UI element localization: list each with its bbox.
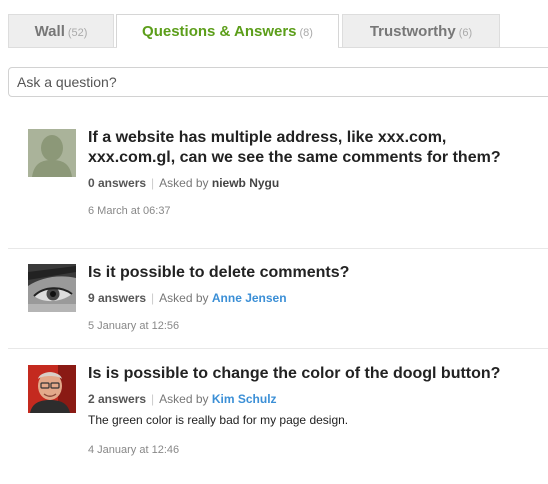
tab-wall-count: (52) [67, 27, 88, 39]
ask-question-field[interactable] [8, 67, 548, 97]
question-description: The green color is really bad for my pag… [88, 413, 349, 427]
question-item: Is is possible to change the color of th… [8, 349, 548, 484]
tab-trustworthy-count: (6) [458, 27, 473, 39]
asked-by-label: Asked by [159, 291, 209, 305]
meta-separator: | [151, 291, 155, 305]
question-date: 5 January at 12:56 [88, 320, 180, 332]
question-title[interactable]: Is it possible to delete comments? [88, 263, 528, 283]
ask-question-input[interactable] [9, 68, 548, 96]
question-date: 6 March at 06:37 [88, 205, 171, 217]
default-user-avatar-icon [28, 129, 76, 177]
question-body: Is it possible to delete comments? 9 ans… [88, 263, 528, 332]
question-date: 4 January at 12:46 [88, 444, 180, 456]
question-title[interactable]: Is is possible to change the color of th… [88, 364, 528, 384]
avatar[interactable] [28, 365, 76, 413]
answer-count[interactable]: 2 answers [88, 392, 146, 406]
portrait-avatar-icon [28, 365, 76, 413]
tab-questions-answers-count: (8) [299, 27, 313, 39]
author-name: niewb Nygu [211, 176, 280, 190]
question-body: If a website has multiple address, like … [88, 128, 528, 217]
question-body: Is is possible to change the color of th… [88, 364, 528, 456]
question-meta: 2 answers | Asked by Kim Schulz [88, 391, 528, 407]
tab-questions-answers[interactable]: Questions & Answers (8) [116, 14, 339, 48]
tab-wall[interactable]: Wall (52) [8, 14, 114, 47]
tab-trustworthy-label: Trustworthy [369, 23, 456, 40]
active-tab-gap [117, 47, 338, 48]
meta-separator: | [151, 392, 155, 406]
tab-wall-label: Wall [34, 23, 65, 40]
tab-trustworthy[interactable]: Trustworthy (6) [342, 14, 500, 47]
question-meta: 9 answers | Asked by Anne Jensen [88, 290, 528, 306]
tab-questions-answers-label: Questions & Answers [142, 23, 297, 40]
author-link[interactable]: Anne Jensen [212, 291, 287, 305]
asked-by-label: Asked by [159, 176, 209, 190]
question-meta: 0 answers | Asked by niewb Nygu [88, 175, 528, 191]
question-title[interactable]: If a website has multiple address, like … [88, 128, 528, 168]
question-item: Is it possible to delete comments? 9 ans… [8, 249, 548, 349]
answer-count[interactable]: 9 answers [88, 291, 146, 305]
meta-separator: | [151, 176, 155, 190]
answer-count[interactable]: 0 answers [88, 176, 146, 190]
avatar[interactable] [28, 264, 76, 312]
tab-bar: Wall (52) Questions & Answers (8) Trustwor… [8, 14, 548, 48]
author-link[interactable]: Kim Schulz [212, 392, 277, 406]
eye-photo-avatar-icon [28, 264, 76, 312]
asked-by-label: Asked by [159, 392, 209, 406]
question-item: If a website has multiple address, like … [8, 112, 548, 249]
avatar[interactable] [28, 129, 76, 177]
